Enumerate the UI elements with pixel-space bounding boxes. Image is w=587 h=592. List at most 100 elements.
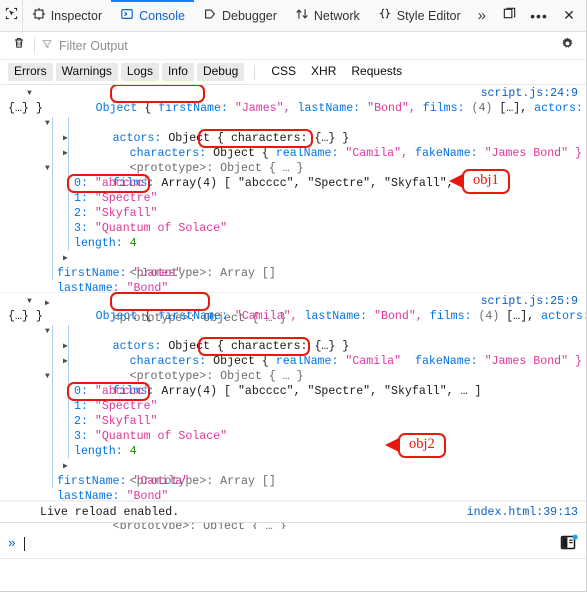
- firstname-key: firstName:: [57, 475, 127, 488]
- films-item-index: 0:: [74, 177, 88, 190]
- console-message-obj2[interactable]: ▼ Object { firstName: "Camila", lastName:…: [0, 292, 586, 529]
- funnel-icon: [41, 38, 53, 53]
- console-filter-bar: Filter Output: [0, 32, 586, 60]
- close-devtools-button[interactable]: ✕: [554, 0, 584, 32]
- header-lastname-value: "Bond",: [374, 310, 423, 323]
- films-length-key: length:: [74, 445, 123, 458]
- actors-prototype-row[interactable]: ▶ <prototype>: Object { … }: [0, 354, 586, 383]
- films-item-value: "Quantum of Solace": [94, 430, 228, 443]
- tab-style-editor[interactable]: Style Editor: [369, 0, 470, 31]
- filter-pill-warnings-label: Warnings: [61, 63, 112, 78]
- collapse-twisty-icon[interactable]: ▶: [63, 354, 68, 369]
- firstname-row[interactable]: firstName: "James": [0, 266, 586, 281]
- element-picker-icon: [4, 6, 19, 26]
- films-length-key: length:: [74, 237, 123, 250]
- filter-pill-logs-label: Logs: [126, 63, 153, 78]
- tab-network-label: Network: [313, 8, 360, 23]
- network-icon: [295, 7, 309, 24]
- callout-obj2-label: obj2: [409, 436, 435, 452]
- films-item-row[interactable]: 2: "Skyfall": [0, 414, 586, 429]
- filter-pill-info[interactable]: Info: [161, 62, 194, 82]
- console-message-obj1[interactable]: ▼ Object { firstName: "James", lastName: …: [0, 85, 586, 325]
- films-item-row[interactable]: 1: "Spectre": [0, 399, 586, 414]
- header-lastname-key: lastName:: [297, 102, 361, 115]
- films-length-row[interactable]: length: 4: [0, 444, 586, 459]
- collapse-twisty-icon[interactable]: ▶: [63, 146, 68, 161]
- tab-inspector-label: Inspector: [50, 8, 103, 23]
- console-input-row[interactable]: »: [0, 529, 586, 559]
- expand-twisty-icon[interactable]: ▼: [27, 294, 32, 309]
- console-settings-button[interactable]: [554, 36, 580, 56]
- split-console-editor-button[interactable]: [560, 534, 578, 557]
- films-item-index: 3:: [74, 430, 88, 443]
- films-item-index: 0:: [74, 385, 88, 398]
- films-item-value: "Quantum of Solace": [94, 222, 228, 235]
- header-films-key: films:: [429, 310, 472, 323]
- tab-network[interactable]: Network: [286, 0, 369, 31]
- clear-console-button[interactable]: [6, 36, 32, 55]
- firstname-value: "James": [133, 267, 183, 280]
- expand-twisty-icon[interactable]: ▼: [45, 369, 50, 384]
- console-icon: [120, 7, 134, 24]
- collapse-twisty-icon[interactable]: ▶: [63, 251, 68, 266]
- films-item-row[interactable]: 2: "Skyfall": [0, 206, 586, 221]
- console-input-caret: [23, 536, 25, 551]
- films-item-row[interactable]: 0: "abcccc": [0, 384, 586, 399]
- tab-debugger-label: Debugger: [221, 8, 277, 23]
- expand-twisty-icon[interactable]: ▼: [45, 324, 50, 339]
- console-object-header[interactable]: ▼ Object { firstName: "James", lastName: …: [0, 86, 586, 116]
- films-item-index: 1:: [74, 192, 88, 205]
- header-films-value: […],: [499, 102, 528, 115]
- live-reload-source-link[interactable]: index.html:39:13: [467, 505, 578, 520]
- callout-obj2: obj2: [385, 433, 446, 458]
- actors-prototype-row[interactable]: ▶ <prototype>: Object { … }: [0, 146, 586, 175]
- object-label: Object: [95, 102, 138, 115]
- tab-inspector[interactable]: Inspector: [23, 0, 111, 31]
- filter-pill-css[interactable]: CSS: [265, 63, 302, 81]
- filter-pill-errors[interactable]: Errors: [8, 62, 53, 82]
- filter-pill-css-label: CSS: [271, 63, 297, 78]
- toolbar-overflow-button[interactable]: »: [470, 0, 494, 31]
- actors-row[interactable]: ▼ actors: Object { characters: {…} }: [0, 324, 586, 353]
- console-message-live-reload[interactable]: Live reload enabled. index.html:39:13: [0, 501, 586, 523]
- tab-debugger[interactable]: Debugger: [194, 0, 286, 31]
- element-picker-button[interactable]: [2, 0, 23, 31]
- films-item-row[interactable]: 3: "Quantum of Solace": [0, 429, 586, 444]
- expand-twisty-icon[interactable]: ▼: [45, 116, 50, 131]
- films-prototype-row[interactable]: ▶ <prototype>: Array []: [0, 251, 586, 280]
- filter-pill-warnings[interactable]: Warnings: [55, 62, 118, 82]
- callout-arrow-icon: [385, 438, 399, 453]
- characters-row[interactable]: ▶ characters: Object { realName: "Camila"…: [0, 131, 586, 160]
- collapse-twisty-icon[interactable]: ▶: [63, 131, 68, 146]
- expand-twisty-icon[interactable]: ▼: [27, 86, 32, 101]
- message-source-link[interactable]: script.js:25:9: [481, 294, 578, 309]
- films-item-value: "Spectre": [94, 192, 158, 205]
- console-output[interactable]: ▼ Object { firstName: "James", lastName: …: [0, 85, 586, 529]
- firstname-row[interactable]: firstName: "Camila": [0, 474, 586, 489]
- films-item-row[interactable]: 3: "Quantum of Solace": [0, 221, 586, 236]
- filter-pill-requests[interactable]: Requests: [345, 63, 408, 81]
- films-length-row[interactable]: length: 4: [0, 236, 586, 251]
- collapse-twisty-icon[interactable]: ▶: [63, 339, 68, 354]
- dock-layout-button[interactable]: [494, 0, 524, 32]
- filter-pill-logs[interactable]: Logs: [120, 62, 159, 82]
- message-source-link[interactable]: script.js:24:9: [481, 86, 578, 101]
- tab-style-editor-label: Style Editor: [396, 8, 461, 23]
- header-firstname-key: firstName:: [158, 310, 228, 323]
- films-prototype-row[interactable]: ▶ <prototype>: Array []: [0, 459, 586, 488]
- filter-pill-debug[interactable]: Debug: [196, 62, 245, 82]
- tab-console[interactable]: Console: [111, 0, 194, 31]
- actors-row[interactable]: ▼ actors: Object { characters: {…} }: [0, 116, 586, 145]
- characters-row[interactable]: ▶ characters: Object { realName: "Camila"…: [0, 339, 586, 368]
- filter-output-field[interactable]: Filter Output: [41, 38, 554, 53]
- header-wrap-text: {…} }: [8, 310, 43, 323]
- console-object-header[interactable]: ▼ Object { firstName: "Camila", lastName:…: [0, 294, 586, 324]
- filter-pill-xhr[interactable]: XHR: [305, 63, 342, 81]
- devtools-menu-button[interactable]: •••: [524, 0, 554, 32]
- devtools-toolbar: Inspector Console Debugger Network Style…: [0, 0, 586, 32]
- collapse-twisty-icon[interactable]: ▶: [63, 459, 68, 474]
- header-firstname-value: "Camila",: [234, 310, 298, 323]
- expand-twisty-icon[interactable]: ▼: [45, 161, 50, 176]
- console-prompt-icon: »: [8, 536, 16, 551]
- films-row[interactable]: ▼ films: Array(4) [ "abcccc", "Spectre", …: [0, 369, 586, 398]
